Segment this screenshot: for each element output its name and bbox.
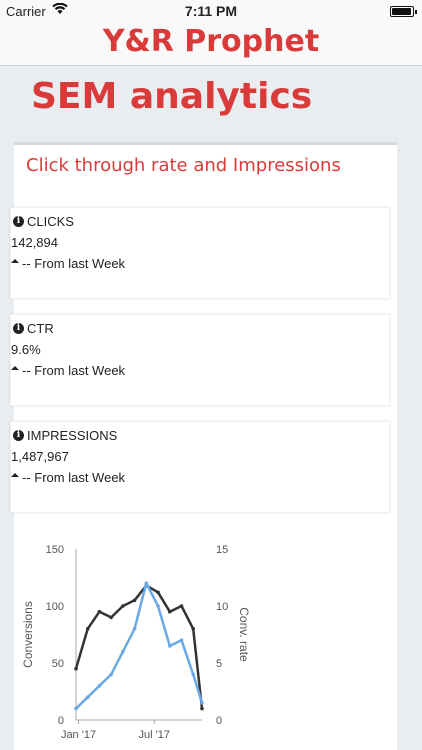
metric-label: IMPRESSIONS bbox=[27, 428, 118, 443]
metric-change: -- From last Week bbox=[11, 256, 125, 271]
data-point bbox=[179, 604, 184, 608]
status-bar: Carrier 7:11 PM bbox=[0, 0, 422, 22]
series-line-conv-rate bbox=[75, 581, 204, 710]
info-icon[interactable]: i bbox=[13, 216, 24, 227]
data-point bbox=[167, 644, 172, 648]
data-point bbox=[121, 604, 125, 608]
y2-tick-label: 5 bbox=[216, 658, 222, 670]
battery-icon bbox=[390, 6, 417, 17]
metric-clicks[interactable]: i CLICKS 142,894 -- From last Week bbox=[10, 207, 390, 299]
data-point bbox=[132, 598, 137, 603]
data-point bbox=[97, 684, 102, 688]
data-point bbox=[156, 590, 160, 595]
metric-label-row: i CTR bbox=[13, 321, 54, 336]
metric-change: -- From last Week bbox=[11, 363, 125, 378]
metric-value: 9.6% bbox=[11, 342, 41, 357]
data-point bbox=[109, 615, 113, 620]
data-point bbox=[74, 706, 78, 711]
y2-tick-label: 0 bbox=[216, 715, 222, 727]
metric-impressions[interactable]: i IMPRESSIONS 1,487,967 -- From last Wee… bbox=[10, 421, 390, 513]
y-tick-label: 0 bbox=[58, 715, 64, 727]
conversions-chart[interactable]: 0 50 100 150 0 5 10 15 Jan '17 Jul '17 Conversions… bbox=[14, 535, 397, 750]
caret-up-icon bbox=[11, 472, 19, 477]
data-point bbox=[121, 649, 125, 654]
metric-label-row: i IMPRESSIONS bbox=[13, 428, 117, 443]
chart-svg: 0 50 100 150 0 5 10 15 Jan '17 Jul '17 Conversions… bbox=[21, 544, 251, 741]
metric-value: 1,487,967 bbox=[11, 449, 69, 464]
y2-tick-label: 10 bbox=[216, 601, 228, 613]
data-point bbox=[167, 609, 172, 614]
data-point bbox=[200, 706, 204, 711]
data-point bbox=[74, 666, 78, 671]
page-title: SEM analytics bbox=[31, 76, 313, 117]
metric-value: 142,894 bbox=[11, 235, 58, 250]
data-point bbox=[85, 695, 90, 699]
data-point bbox=[132, 627, 137, 631]
analytics-card: Click through rate and Impressions i CLI… bbox=[10, 142, 397, 750]
metric-label: CLICKS bbox=[27, 214, 74, 229]
card-title: Click through rate and Impressions bbox=[26, 155, 341, 176]
data-point bbox=[85, 627, 90, 631]
metric-change: -- From last Week bbox=[11, 470, 125, 485]
metric-label: CTR bbox=[27, 321, 54, 336]
data-point bbox=[179, 638, 184, 642]
data-point bbox=[191, 627, 196, 631]
y-tick-label: 100 bbox=[46, 601, 64, 613]
metric-label-row: i CLICKS bbox=[13, 214, 74, 229]
y-axis-label: Conversions bbox=[21, 601, 35, 668]
y2-axis-label: Conv. rate bbox=[237, 607, 251, 662]
app-header: Y&R Prophet bbox=[0, 22, 422, 66]
data-point bbox=[191, 672, 196, 677]
caret-up-icon bbox=[11, 365, 19, 370]
data-point bbox=[156, 604, 160, 608]
app-title: Y&R Prophet bbox=[102, 24, 320, 59]
metric-ctr[interactable]: i CTR 9.6% -- From last Week bbox=[10, 314, 390, 406]
data-point bbox=[144, 581, 149, 585]
data-point bbox=[97, 609, 102, 614]
data-point bbox=[109, 672, 113, 677]
metric-change-text: -- From last Week bbox=[22, 256, 126, 271]
y-tick-label: 150 bbox=[46, 544, 64, 556]
x-tick-label: Jan '17 bbox=[61, 729, 96, 741]
clock: 7:11 PM bbox=[184, 3, 238, 19]
info-icon[interactable]: i bbox=[13, 323, 24, 334]
metric-change-text: -- From last Week bbox=[22, 470, 126, 485]
y2-tick-label: 15 bbox=[216, 544, 228, 556]
data-point bbox=[200, 701, 204, 705]
metric-change-text: -- From last Week bbox=[22, 363, 126, 378]
x-tick-label: Jul '17 bbox=[139, 729, 170, 741]
info-icon[interactable]: i bbox=[13, 430, 24, 441]
caret-up-icon bbox=[11, 258, 19, 263]
y-tick-label: 50 bbox=[52, 658, 64, 670]
